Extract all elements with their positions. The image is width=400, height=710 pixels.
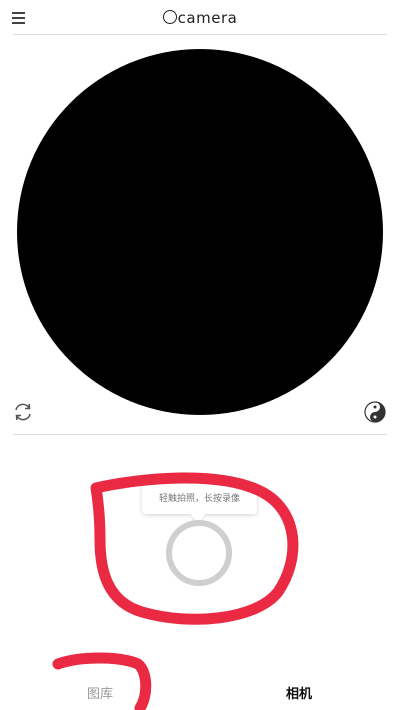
app-title: camera [0, 9, 400, 27]
top-bar: camera [0, 0, 400, 36]
camera-viewfinder [17, 49, 383, 415]
controls-divider [13, 434, 387, 435]
circle-logo-icon [162, 10, 177, 24]
tab-camera[interactable]: 相机 [286, 683, 312, 702]
header-divider [13, 34, 387, 35]
refresh-icon[interactable] [12, 401, 34, 423]
app-title-text: camera [177, 9, 238, 27]
tab-gallery[interactable]: 图库 [87, 683, 113, 702]
shutter-button[interactable] [166, 520, 232, 586]
yin-yang-icon[interactable] [364, 401, 386, 423]
